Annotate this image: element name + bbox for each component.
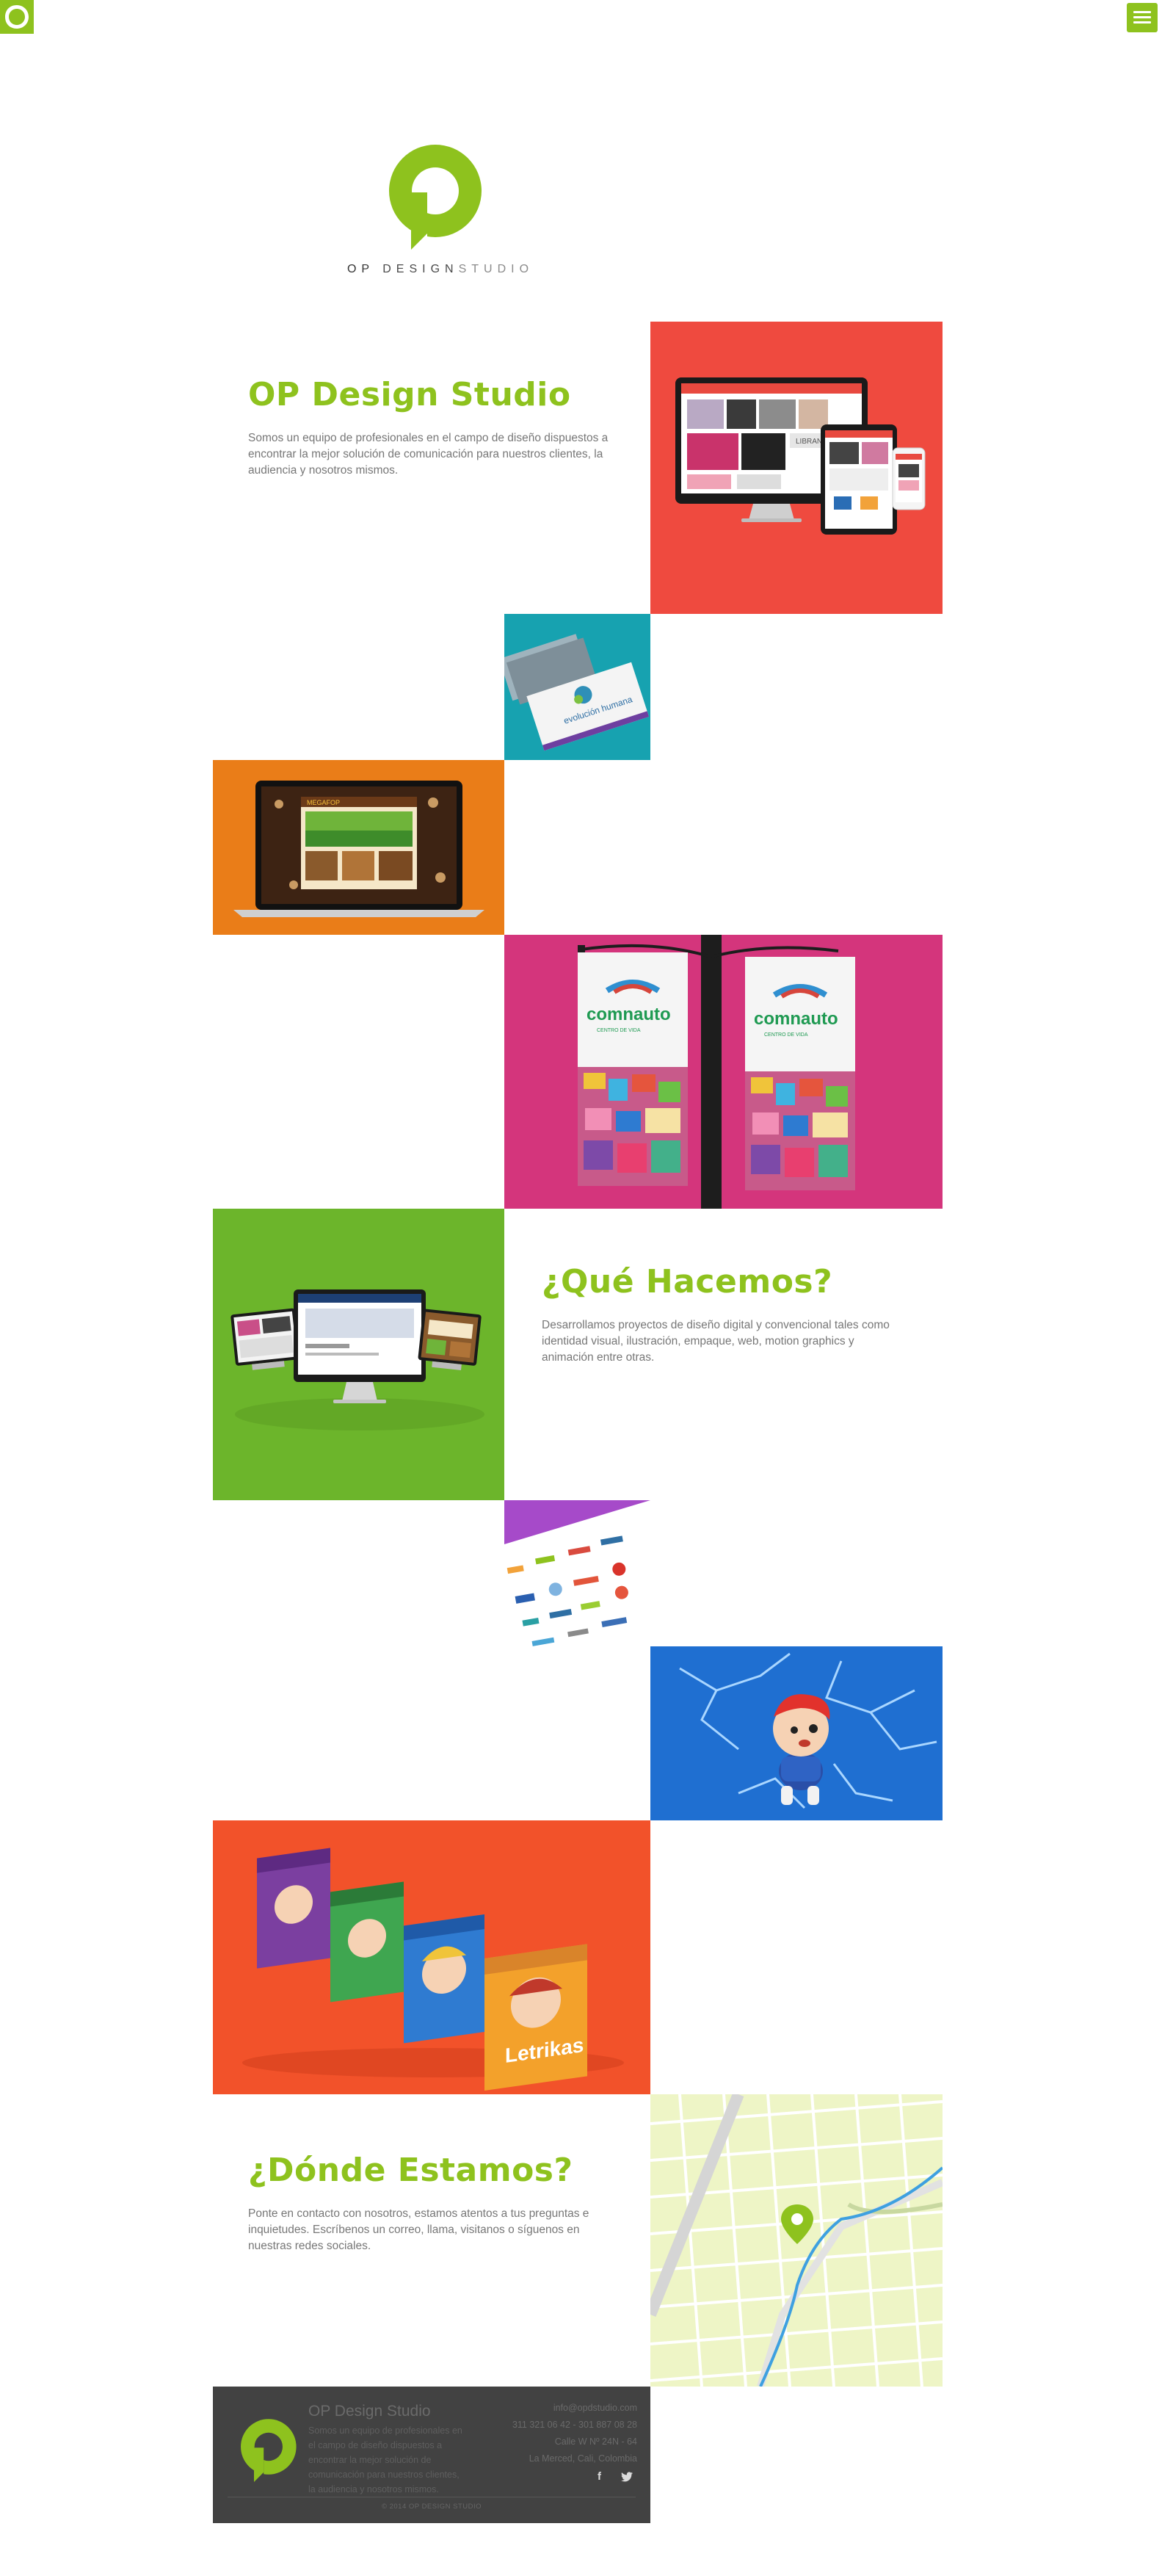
portfolio-tile-business-cards[interactable]: evolución humana <box>504 614 650 760</box>
location-map[interactable] <box>650 2094 943 2387</box>
street-banners-image: comnauto CENTRO DE VIDA comnauto CENTRO … <box>578 935 855 1209</box>
portfolio-tile-packaging[interactable]: Letrikas <box>213 1820 650 2094</box>
banner-right: comnauto CENTRO DE VIDA <box>745 957 855 1190</box>
portfolio-tile-laptop-site[interactable]: MEGAFOP <box>213 760 504 935</box>
footer-address: Calle W Nº 24N - 64 <box>554 2436 637 2447</box>
tile4-brand-text-right: comnauto <box>754 1009 838 1029</box>
brand-word-design: DESIGN <box>382 263 459 275</box>
services-text: Desarrollamos proyectos de diseño digita… <box>542 1319 890 1364</box>
tile3-brand-text: MEGAFOP <box>307 799 340 806</box>
tile4-sub-text-left: CENTRO DE VIDA <box>597 1028 641 1033</box>
main-logo-icon <box>389 145 482 250</box>
location-text: Ponte en contacto con nosotros, estamos … <box>248 2207 589 2252</box>
twitter-icon[interactable] <box>621 2472 633 2482</box>
multi-device-image <box>230 1289 484 1430</box>
footer-email-link[interactable]: info@opdstudio.com <box>553 2403 637 2413</box>
cereal-boxes-image: Letrikas <box>242 1848 624 2091</box>
laptop-mockup-image: MEGAFOP <box>233 781 484 917</box>
portfolio-tile-multi-device[interactable] <box>213 1209 504 1500</box>
portfolio-tile-illustration[interactable] <box>650 1646 943 1820</box>
services-title: ¿Qué Hacemos? <box>542 1263 833 1300</box>
footer-copyright: © 2014 OP DESIGN STUDIO <box>381 2503 482 2511</box>
tile4-brand-text-left: comnauto <box>587 1005 671 1024</box>
op-logo-icon <box>5 5 29 29</box>
hamburger-menu-icon <box>1133 11 1151 13</box>
intro-title: OP Design Studio <box>248 376 571 413</box>
facebook-icon[interactable]: f <box>598 2470 601 2483</box>
footer-title: OP Design Studio <box>308 2403 431 2420</box>
tile4-sub-text-right: CENTRO DE VIDA <box>764 1032 808 1038</box>
logos-collage-image <box>504 1500 650 1646</box>
menu-button[interactable] <box>1127 3 1158 32</box>
devices-mockup-image: LIBRANCHE <box>675 377 926 535</box>
business-cards-image: evolución humana <box>504 634 650 751</box>
portfolio-tile-logos[interactable] <box>504 1500 650 1646</box>
cartoon-illustration-image <box>679 1652 937 1809</box>
footer-logo-icon <box>241 2419 297 2482</box>
brand-word-op: OP <box>346 263 374 275</box>
footer-city: La Merced, Cali, Colombia <box>529 2453 637 2464</box>
portfolio-tile-web-devices[interactable]: LIBRANCHE <box>650 322 943 614</box>
hamburger-menu-icon <box>1133 21 1151 23</box>
banner-left: comnauto CENTRO DE VIDA <box>578 952 688 1186</box>
intro-text: Somos un equipo de profesionales en el c… <box>248 432 609 477</box>
brand-wordmark: OP DESIGNSTUDIO <box>330 263 551 276</box>
hamburger-menu-icon <box>1133 16 1151 18</box>
corner-logo-button[interactable] <box>0 0 34 34</box>
footer-phone: 311 321 06 42 - 301 887 08 28 <box>512 2420 637 2430</box>
map-image <box>650 2094 943 2387</box>
portfolio-tile-street-banners[interactable]: comnauto CENTRO DE VIDA comnauto CENTRO … <box>504 935 943 1209</box>
location-title: ¿Dónde Estamos? <box>248 2152 573 2189</box>
brand-word-studio: STUDIO <box>458 263 534 275</box>
footer: OP Design Studio Somos un equipo de prof… <box>213 2387 650 2523</box>
footer-text: Somos un equipo de profesionales en el c… <box>308 2425 462 2494</box>
